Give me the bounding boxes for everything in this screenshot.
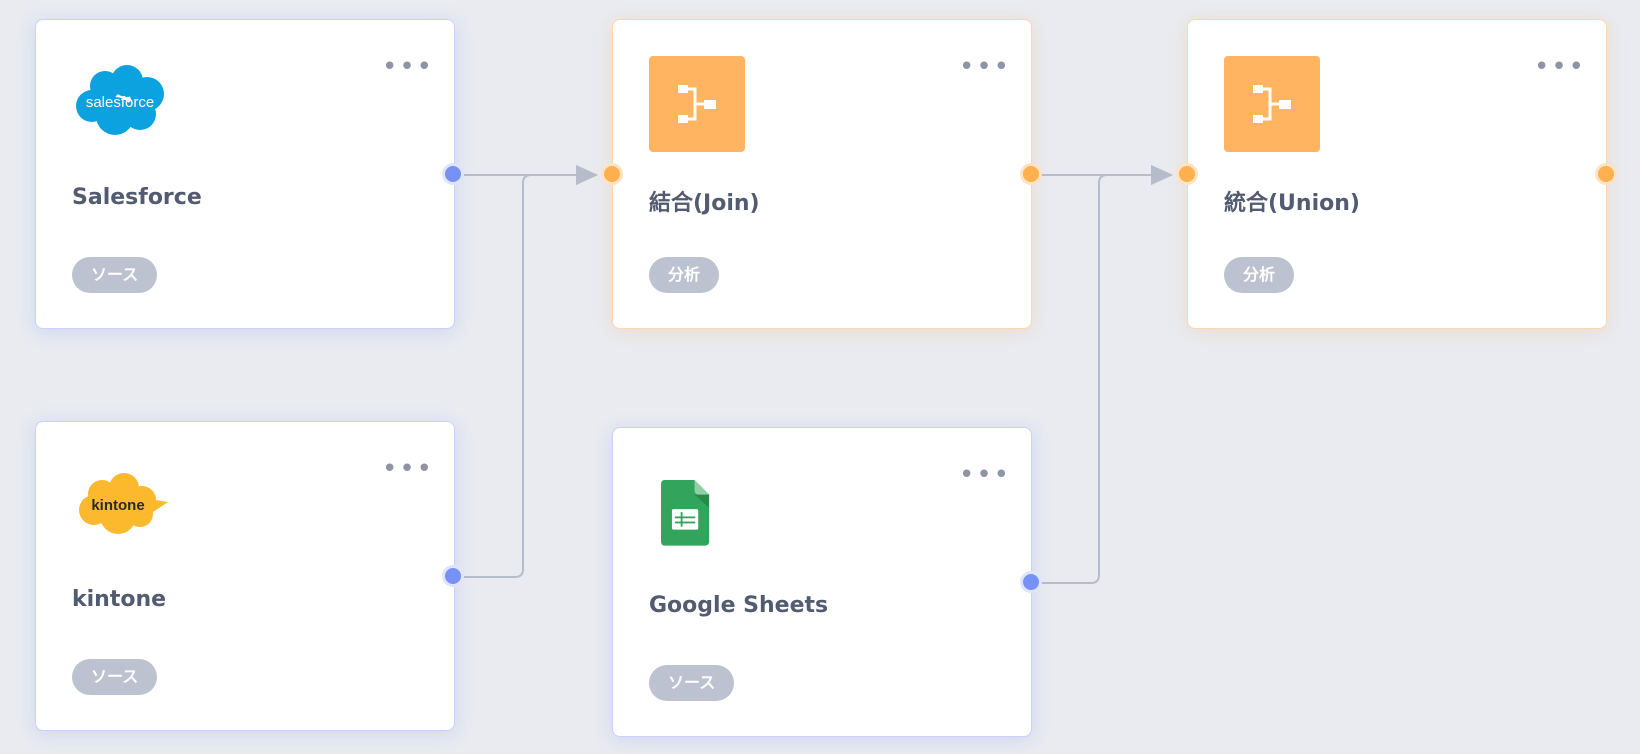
svg-text:salesforce: salesforce bbox=[86, 94, 154, 111]
node-menu-button[interactable]: ••• bbox=[1534, 54, 1584, 80]
node-type-badge: ソース bbox=[72, 257, 158, 293]
salesforce-output-port[interactable] bbox=[442, 163, 464, 185]
node-menu-button[interactable]: ••• bbox=[382, 54, 432, 80]
node-title: 結合(Join) bbox=[649, 191, 760, 216]
node-salesforce[interactable]: ••• salesforce Salesforce ソース bbox=[35, 19, 455, 329]
kintone-output-port[interactable] bbox=[442, 565, 464, 587]
svg-text:kintone: kintone bbox=[91, 497, 144, 514]
node-title: 統合(Union) bbox=[1224, 191, 1360, 216]
flow-branch-icon bbox=[649, 56, 745, 152]
node-title: Salesforce bbox=[72, 185, 202, 210]
google-sheets-icon bbox=[661, 480, 710, 546]
union-output-port[interactable] bbox=[1595, 163, 1617, 185]
union-input-port[interactable] bbox=[1176, 163, 1198, 185]
node-type-badge: ソース bbox=[649, 665, 735, 701]
node-type-badge: 分析 bbox=[1224, 257, 1295, 293]
kintone-logo: kintone bbox=[79, 473, 168, 534]
node-kintone[interactable]: ••• kintone kintone ソース bbox=[35, 421, 455, 731]
node-menu-button[interactable]: ••• bbox=[382, 456, 432, 482]
node-type-badge: 分析 bbox=[649, 257, 720, 293]
node-menu-button[interactable]: ••• bbox=[959, 54, 1009, 80]
edge-sheets-to-union bbox=[1031, 165, 1173, 584]
edge-kintone-to-join bbox=[454, 165, 598, 578]
node-type-badge: ソース bbox=[72, 659, 158, 695]
node-union[interactable]: ••• 統合(Union) 分析 bbox=[1187, 19, 1607, 329]
join-output-port[interactable] bbox=[1020, 163, 1042, 185]
google-sheets-output-port[interactable] bbox=[1020, 571, 1042, 593]
salesforce-logo: salesforce bbox=[76, 65, 164, 135]
join-input-port[interactable] bbox=[601, 163, 623, 185]
node-join[interactable]: ••• 結合(Join) 分析 bbox=[612, 19, 1032, 329]
node-google-sheets[interactable]: ••• Google Sheets ソース bbox=[612, 427, 1032, 737]
workflow-canvas: ••• salesforce Salesforce ソース ••• kinton… bbox=[0, 0, 1640, 754]
flow-branch-icon bbox=[1224, 56, 1320, 152]
node-title: kintone bbox=[72, 587, 167, 612]
node-title: Google Sheets bbox=[649, 593, 829, 618]
node-menu-button[interactable]: ••• bbox=[959, 462, 1009, 488]
